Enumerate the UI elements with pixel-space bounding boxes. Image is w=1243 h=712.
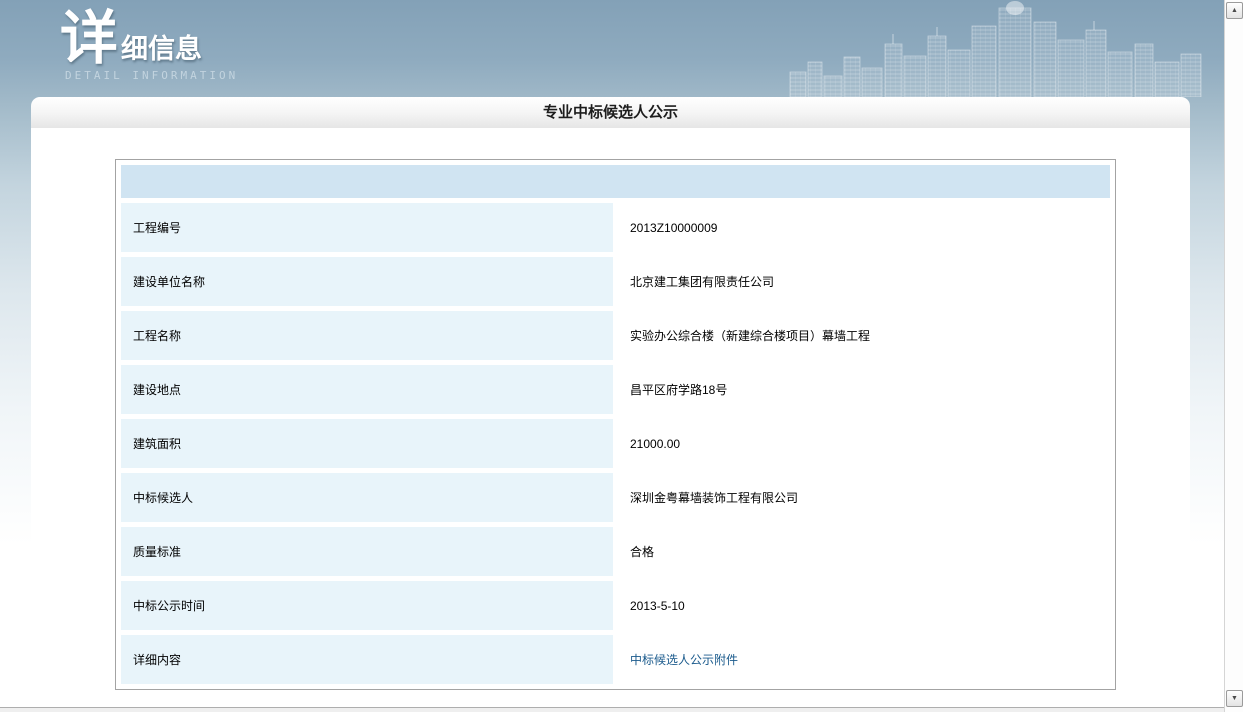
banner-subtitle: DETAIL INFORMATION (65, 69, 238, 82)
row-label: 建筑面积 (121, 419, 613, 468)
table-row: 工程名称实验办公综合楼（新建综合楼项目）幕墙工程 (121, 311, 1110, 360)
row-value: 北京建工集团有限责任公司 (618, 257, 1110, 306)
table-row: 质量标准合格 (121, 527, 1110, 576)
row-label: 建设地点 (121, 365, 613, 414)
table-header-row (121, 165, 1110, 198)
row-label: 详细内容 (121, 635, 613, 684)
row-value: 深圳金粤幕墙装饰工程有限公司 (618, 473, 1110, 522)
logo-large-char: 详 (60, 12, 118, 66)
banner-logo: 详 细信息 DETAIL INFORMATION (60, 12, 238, 82)
scrollbar[interactable]: ▲ ▼ (1224, 0, 1243, 712)
scroll-down-button[interactable]: ▼ (1226, 690, 1243, 707)
content-box: 专业中标候选人公示 工程编号2013Z10000009建设单位名称北京建工集团有… (31, 97, 1190, 706)
detail-table-body: 工程编号2013Z10000009建设单位名称北京建工集团有限责任公司工程名称实… (121, 165, 1110, 684)
table-row: 建设单位名称北京建工集团有限责任公司 (121, 257, 1110, 306)
detail-panel: 工程编号2013Z10000009建设单位名称北京建工集团有限责任公司工程名称实… (31, 128, 1190, 706)
row-label: 中标候选人 (121, 473, 613, 522)
row-value: 合格 (618, 527, 1110, 576)
scroll-up-button[interactable]: ▲ (1226, 2, 1243, 19)
row-label: 中标公示时间 (121, 581, 613, 630)
row-value: 2013Z10000009 (618, 203, 1110, 252)
row-value: 中标候选人公示附件 (618, 635, 1110, 684)
detail-table: 工程编号2013Z10000009建设单位名称北京建工集团有限责任公司工程名称实… (115, 159, 1116, 690)
arrow-up-icon: ▲ (1231, 7, 1238, 14)
table-row: 工程编号2013Z10000009 (121, 203, 1110, 252)
row-label: 工程名称 (121, 311, 613, 360)
row-value: 2013-5-10 (618, 581, 1110, 630)
table-row: 建筑面积21000.00 (121, 419, 1110, 468)
row-label: 工程编号 (121, 203, 613, 252)
page-title-bar: 专业中标候选人公示 (31, 97, 1190, 128)
logo-small-chars: 细信息 (121, 36, 202, 63)
row-label: 建设单位名称 (121, 257, 613, 306)
table-row: 建设地点昌平区府学路18号 (121, 365, 1110, 414)
attachment-link[interactable]: 中标候选人公示附件 (630, 653, 738, 667)
row-value: 21000.00 (618, 419, 1110, 468)
table-header-band (121, 165, 1110, 198)
table-row: 详细内容 中标候选人公示附件 (121, 635, 1110, 684)
row-value: 昌平区府学路18号 (618, 365, 1110, 414)
table-row: 中标候选人深圳金粤幕墙装饰工程有限公司 (121, 473, 1110, 522)
page-title: 专业中标候选人公示 (31, 97, 1190, 128)
row-label: 质量标准 (121, 527, 613, 576)
arrow-down-icon: ▼ (1231, 695, 1238, 702)
row-value: 实验办公综合楼（新建综合楼项目）幕墙工程 (618, 311, 1110, 360)
page: { "page": { "title": "专业中标候选人公示" }, "ban… (0, 0, 1243, 712)
city-skyline-graphic (788, 0, 1218, 97)
footer-divider (0, 707, 1224, 712)
table-row: 中标公示时间2013-5-10 (121, 581, 1110, 630)
